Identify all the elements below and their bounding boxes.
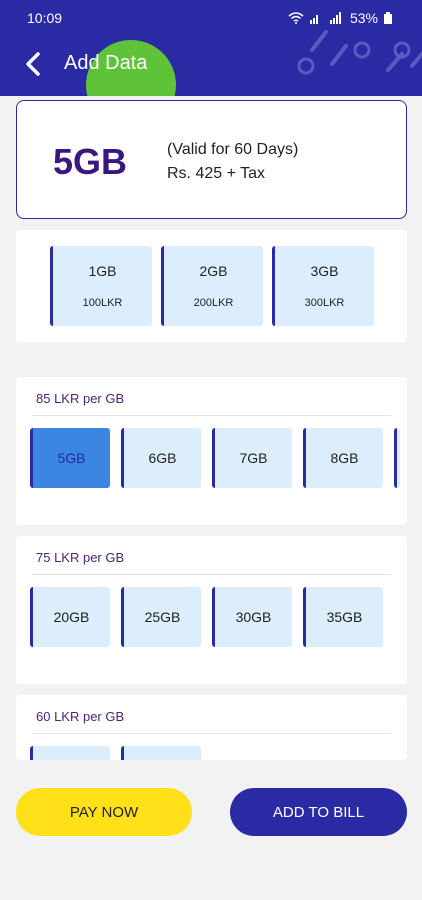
decorative-pattern (297, 30, 422, 75)
section-divider (32, 574, 391, 575)
pack-price: 200LKR (193, 297, 234, 309)
back-arrow-icon[interactable] (20, 50, 46, 78)
option-20gb[interactable]: 20GB (30, 587, 110, 647)
quick-pack-3gb[interactable]: 3GB 300LKR (272, 246, 374, 326)
pack-price: 300LKR (304, 297, 345, 309)
battery-percent: 53% (349, 10, 378, 26)
rate-section-85: 85 LKR per GB 5GB 6GB 7GB 8GB (16, 377, 407, 525)
option-6gb[interactable]: 6GB (121, 428, 201, 488)
page-title: Add Data (64, 52, 148, 74)
selected-price: Rs. 425 + Tax (167, 165, 265, 182)
section-label: 85 LKR per GB (36, 391, 125, 406)
pack-price: 100LKR (82, 297, 123, 309)
option-8gb[interactable]: 8GB (303, 428, 383, 488)
option-35gb[interactable]: 35GB (303, 587, 383, 647)
section-divider (32, 415, 391, 416)
quick-packs-panel: 1GB 100LKR 2GB 200LKR 3GB 300LKR (16, 230, 407, 342)
rate-section-75: 75 LKR per GB 20GB 25GB 30GB 35GB (16, 536, 407, 684)
wifi-icon (288, 12, 304, 24)
option-more[interactable] (394, 428, 400, 488)
signal-icon-2 (329, 12, 341, 24)
pay-now-button[interactable]: PAY NOW (16, 788, 192, 836)
battery-icon (384, 12, 392, 24)
section-label: 75 LKR per GB (36, 550, 125, 565)
rate-section-60: 60 LKR per GB (16, 695, 407, 760)
option-30gb[interactable]: 30GB (212, 587, 292, 647)
option-tile[interactable] (30, 746, 110, 760)
selected-package-card: 5GB (Valid for 60 Days) Rs. 425 + Tax (16, 100, 407, 219)
app-header: 10:09 53% Add Data (0, 0, 422, 96)
pack-size: 2GB (199, 263, 228, 279)
section-divider (32, 733, 391, 734)
option-7gb[interactable]: 7GB (212, 428, 292, 488)
selected-size: 5GB (53, 141, 128, 182)
status-bar: 10:09 53% (0, 0, 422, 34)
status-time: 10:09 (27, 10, 63, 26)
add-to-bill-button[interactable]: ADD TO BILL (230, 788, 407, 836)
option-5gb[interactable]: 5GB (30, 428, 110, 488)
section-label: 60 LKR per GB (36, 709, 125, 724)
pack-size: 1GB (88, 263, 117, 279)
pack-size: 3GB (310, 263, 339, 279)
quick-pack-2gb[interactable]: 2GB 200LKR (161, 246, 263, 326)
status-icons: 53% (288, 10, 392, 26)
selected-validity: (Valid for 60 Days) (167, 141, 299, 158)
option-25gb[interactable]: 25GB (121, 587, 201, 647)
quick-pack-1gb[interactable]: 1GB 100LKR (50, 246, 152, 326)
option-tile[interactable] (121, 746, 201, 760)
signal-icon (309, 15, 318, 24)
